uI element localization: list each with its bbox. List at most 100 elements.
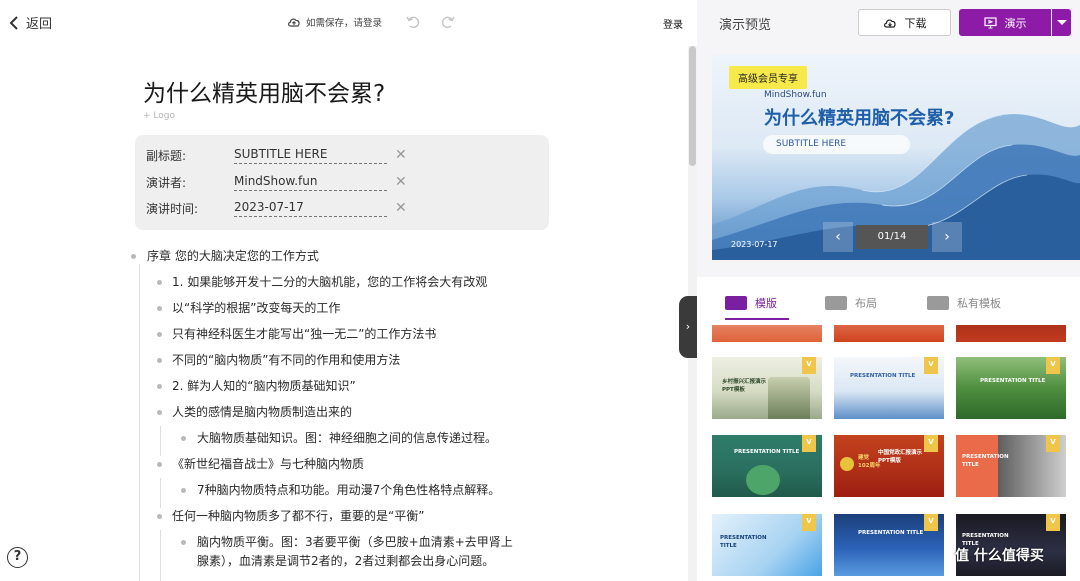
present-button[interactable]: 演示 <box>959 9 1051 36</box>
tab-layout[interactable]: 布局 <box>825 295 877 311</box>
next-slide-button[interactable]: › <box>932 222 962 252</box>
outline-item[interactable]: 序章 您的大脑决定您的工作方式 <box>147 247 319 265</box>
slide-preview[interactable]: 高级会员专享 MindShow.fun 为什么精英用脑不会累? SUBTITLE… <box>712 55 1080 260</box>
document-title[interactable]: 为什么精英用脑不会累? <box>143 74 385 108</box>
download-label: 下载 <box>904 16 927 30</box>
template-thumbnail[interactable] <box>834 325 944 342</box>
cloud-download-icon <box>883 19 896 28</box>
bullet-dot[interactable] <box>157 462 162 467</box>
globe-illustration <box>746 465 780 495</box>
template-thumbnail[interactable]: PRESENTATION TITLE V <box>956 435 1066 497</box>
bullet-dot[interactable] <box>157 384 162 389</box>
bullet-dot[interactable] <box>181 540 186 545</box>
template-title: PRESENTATION TITLE <box>980 378 1046 384</box>
preview-subtitle: SUBTITLE HERE <box>763 135 910 154</box>
outline-guide-line <box>160 478 161 508</box>
top-bar: 返回 如需保存，请登录 登录 <box>0 0 697 46</box>
tab-private-templates[interactable]: 私有模板 <box>927 295 1001 311</box>
template-thumbnail[interactable]: 乡村振兴汇报演示PPT模板 V <box>712 357 822 419</box>
template-thumbnail[interactable]: 建党 102周年 中国党政汇报演示PPT模版 V <box>834 435 944 497</box>
outline-item[interactable]: 1. 如果能够开发十二分的大脑机能，您的工作将会大有改观 <box>172 273 487 291</box>
add-logo-link[interactable]: + Logo <box>143 111 175 121</box>
bullet-dot[interactable] <box>131 254 136 259</box>
v-badge-icon: V <box>1046 514 1060 531</box>
outline-item[interactable]: 不同的“脑内物质”有不同的作用和使用方法 <box>172 351 400 369</box>
speaker-row: 演讲者: MindShow.fun ✕ <box>146 172 407 192</box>
chevron-right-icon: › <box>685 320 691 333</box>
outline-item[interactable]: 7种脑内物质特点和功能。用动漫7个角色性格特点解释。 <box>197 481 500 499</box>
outline-item[interactable]: 《新世纪福音战士》与七种脑内物质 <box>172 455 364 473</box>
watermark-logo: 值 什么值得买 <box>955 548 1044 564</box>
previous-slide-button[interactable]: ‹ <box>823 222 853 252</box>
template-tabs: 模版 布局 私有模板 <box>697 277 1080 325</box>
template-title: PRESENTATION TITLE <box>720 535 767 549</box>
login-link[interactable]: 登录 <box>663 16 683 31</box>
outline-item[interactable]: 人类的感情是脑内物质制造出来的 <box>172 403 352 421</box>
back-button[interactable]: 返回 <box>8 13 52 32</box>
outline-item[interactable]: 大脑物质基础知识。图：神经细胞之间的信息传递过程。 <box>197 429 497 447</box>
meta-info-box: 副标题: SUBTITLE HERE ✕ 演讲者: MindShow.fun ✕… <box>135 135 549 230</box>
active-tab-indicator <box>725 318 789 320</box>
outline-item[interactable]: 只有神经科医生才能写出“独一无二”的工作方法书 <box>172 325 436 343</box>
v-badge-icon: V <box>802 435 816 452</box>
v-badge-icon: V <box>802 514 816 531</box>
template-thumbnail[interactable]: PRESENTATION TITLE V <box>956 357 1066 419</box>
bullet-dot[interactable] <box>181 436 186 441</box>
tab-templates-label: 模版 <box>755 297 777 310</box>
layout-icon <box>825 296 847 310</box>
template-thumbnail[interactable] <box>956 325 1066 342</box>
panel-toggle-button[interactable]: › <box>679 296 697 358</box>
save-status: 如需保存，请登录 <box>287 15 382 29</box>
template-title: PRESENTATION TITLE <box>858 530 924 536</box>
tab-layout-label: 布局 <box>855 297 877 310</box>
template-thumbnail[interactable]: PRESENTATION TITLE V <box>712 435 822 497</box>
speaker-field[interactable]: MindShow.fun <box>234 174 387 191</box>
template-title: 中国党政汇报演示PPT模版 <box>878 450 923 464</box>
template-title: PRESENTATION TITLE <box>734 449 800 455</box>
v-badge-icon: V <box>1046 357 1060 374</box>
cloud-upload-icon <box>288 18 300 27</box>
download-button[interactable]: 下载 <box>858 9 951 36</box>
bullet-dot[interactable] <box>157 358 162 363</box>
presentation-icon <box>983 16 997 28</box>
party-emblem-icon <box>840 457 854 471</box>
template-icon <box>725 296 747 310</box>
v-badge-icon: V <box>1046 435 1060 452</box>
template-thumbnail[interactable]: PRESENTATION TITLE V <box>834 514 944 576</box>
present-label: 演示 <box>1004 16 1027 30</box>
subtitle-field[interactable]: SUBTITLE HERE <box>234 147 387 164</box>
bullet-dot[interactable] <box>157 514 162 519</box>
template-thumbnail[interactable]: PRESENTATION TITLE V <box>834 357 944 419</box>
time-label: 演讲时间: <box>146 201 199 216</box>
bullet-dot[interactable] <box>157 410 162 415</box>
preview-panel: 演示预览 下载 演示 高级会员专享 MindShow.fun 为什么精英用脑不会… <box>697 0 1080 581</box>
help-icon[interactable]: ? <box>7 547 28 568</box>
outline-item[interactable]: 脑内物质平衡。图：3者要平衡（多巴胺+血清素+去甲肾上 <box>197 533 513 551</box>
farmer-photo-image <box>768 377 810 419</box>
clear-time-icon[interactable]: ✕ <box>395 200 407 216</box>
bullet-dot[interactable] <box>157 306 162 311</box>
bullet-dot[interactable] <box>181 488 186 493</box>
outline-item[interactable]: 任何一种脑内物质多了都不行，重要的是“平衡” <box>172 507 424 525</box>
bullet-dot[interactable] <box>157 280 162 285</box>
clear-speaker-icon[interactable]: ✕ <box>395 174 407 190</box>
chevron-left-icon <box>9 15 18 30</box>
preview-panel-title: 演示预览 <box>719 18 772 33</box>
template-thumbnail[interactable] <box>712 325 822 342</box>
template-title: 建党 <box>858 455 870 461</box>
template-thumbnail[interactable]: PRESENTATION TITLE V <box>712 514 822 576</box>
redo-icon[interactable] <box>440 14 456 30</box>
tab-templates[interactable]: 模版 <box>725 295 777 311</box>
outline-item[interactable]: 以“科学的根据”改变每天的工作 <box>172 299 340 317</box>
outline-item[interactable]: 2. 鲜为人知的“脑内物质基础知识” <box>172 377 356 395</box>
present-dropdown-button[interactable] <box>1051 9 1071 36</box>
undo-icon[interactable] <box>405 14 421 30</box>
outline-item-continued[interactable]: 腺素），血清素是调节2者的，2者过剩都会出身心问题。 <box>197 552 494 570</box>
back-label: 返回 <box>26 17 53 32</box>
document-editor[interactable]: 为什么精英用脑不会累? + Logo 副标题: SUBTITLE HERE ✕ … <box>0 46 688 581</box>
bullet-dot[interactable] <box>157 332 162 337</box>
time-field[interactable]: 2023-07-17 <box>234 200 387 217</box>
clear-subtitle-icon[interactable]: ✕ <box>395 147 407 163</box>
scrollbar-thumb[interactable] <box>689 46 696 166</box>
premium-badge: 高级会员专享 <box>729 66 807 89</box>
